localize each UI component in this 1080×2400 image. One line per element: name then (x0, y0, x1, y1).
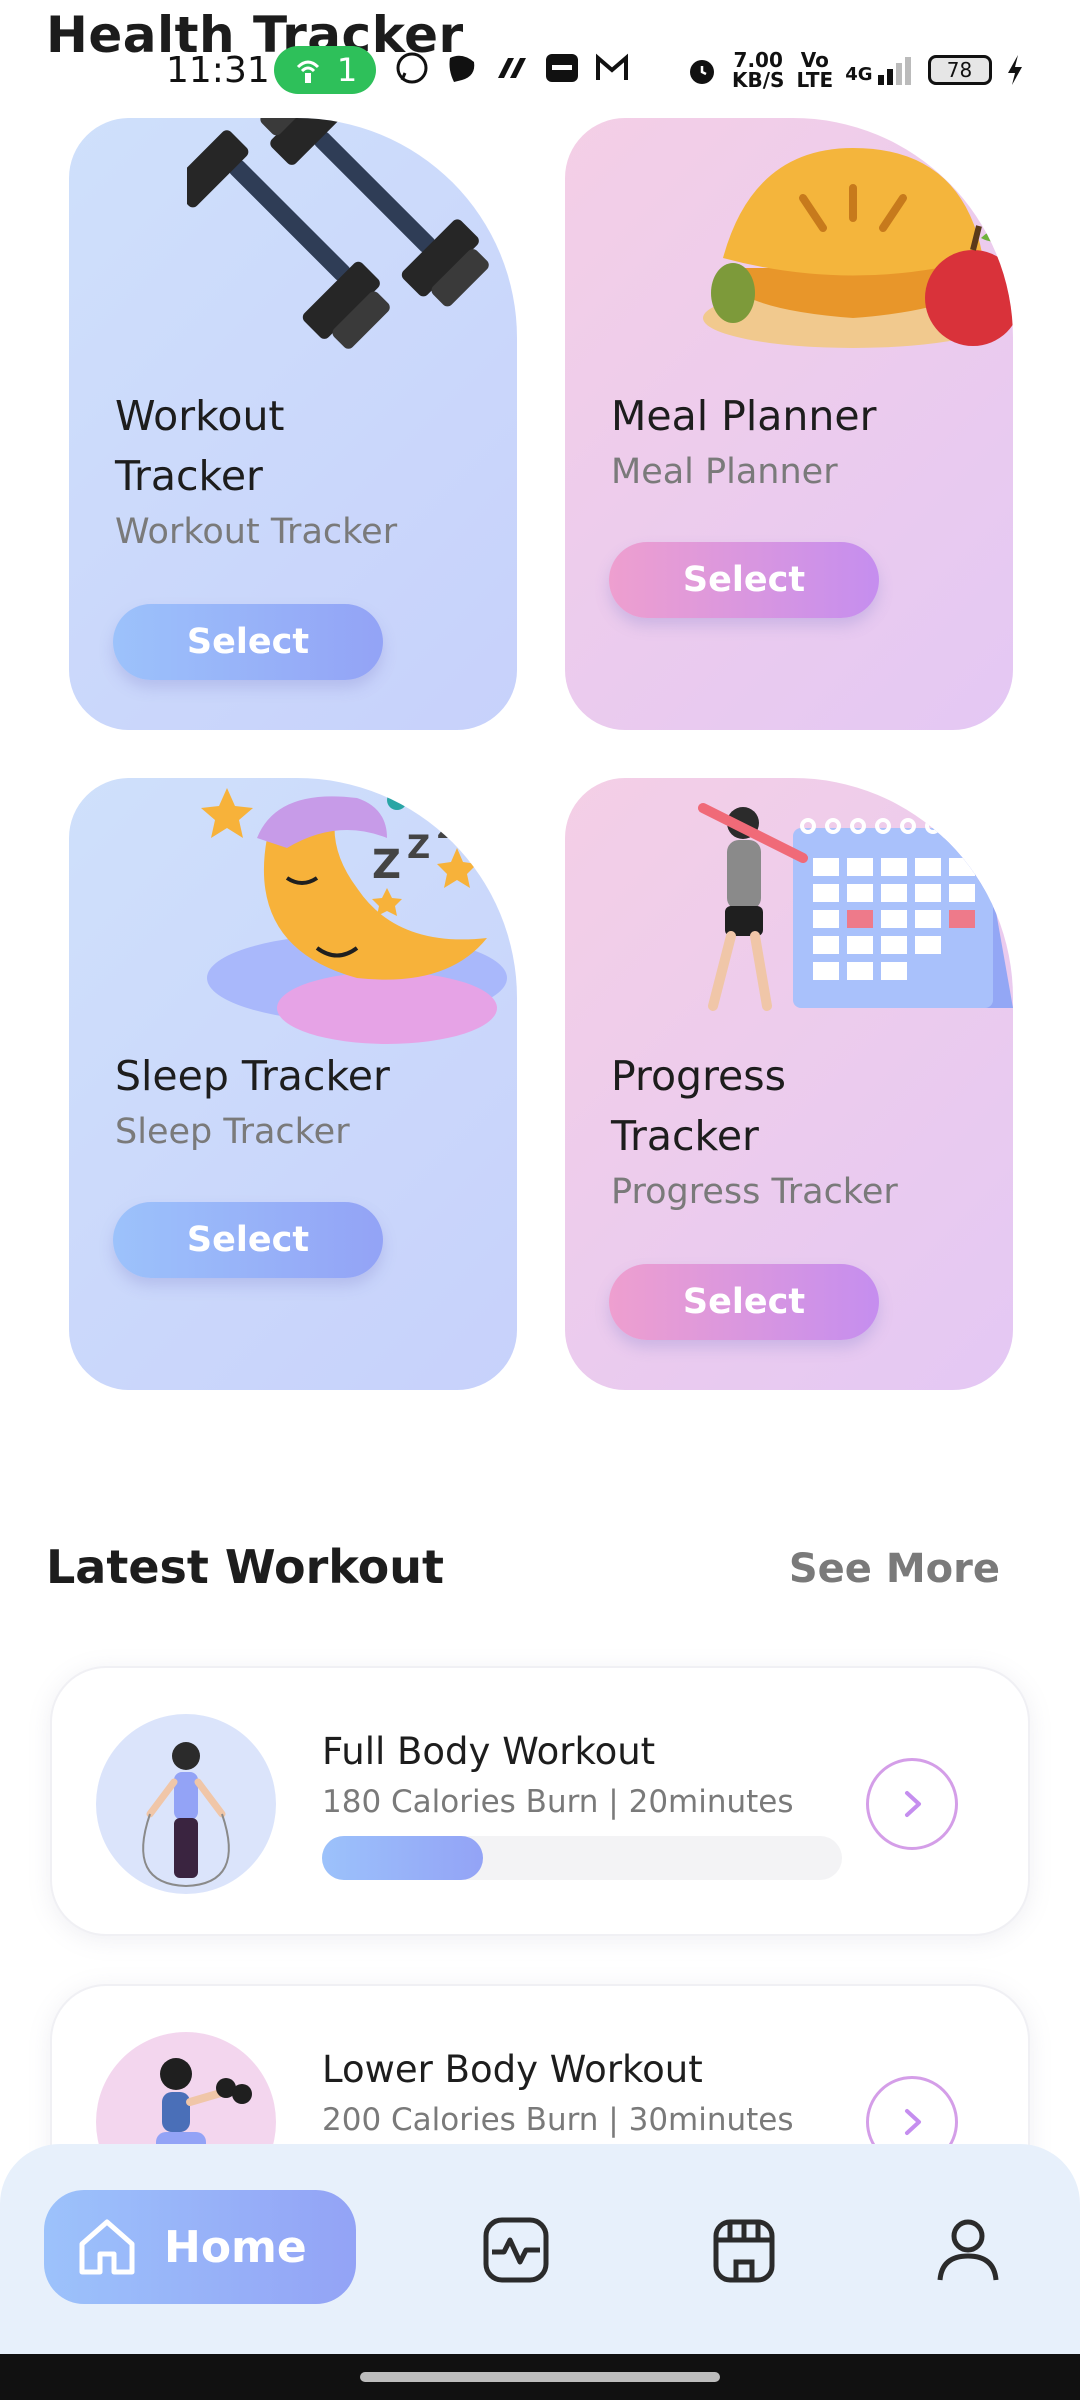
charging-icon (1007, 55, 1022, 85)
jump-rope-person-icon (142, 1742, 230, 1888)
hotspot-icon (296, 60, 319, 83)
workout-row[interactable]: Full Body Workout 180 Calories Burn | 20… (50, 1666, 1030, 1936)
net-speed-value: 7.00 (733, 48, 783, 72)
select-button[interactable]: Select (609, 1264, 879, 1340)
alarm-icon (690, 60, 714, 84)
net-speed-unit: KB/S (732, 68, 785, 92)
card-workout-tracker[interactable]: Workout Tracker Workout Tracker Select (69, 118, 517, 730)
card-subtitle: Sleep Tracker (115, 1112, 350, 1152)
nav-home-label: Home (164, 2221, 307, 2273)
open-workout-button[interactable] (866, 1758, 958, 1850)
activity-icon[interactable] (480, 2214, 552, 2286)
chevron-right-icon (905, 1791, 921, 1817)
status-time: 11:31 (166, 50, 270, 91)
volte-top: Vo (800, 48, 829, 72)
section-title-latest-workout: Latest Workout (46, 1540, 445, 1594)
bottom-navigation: Home (0, 2144, 1080, 2354)
volte-bottom: LTE (796, 68, 834, 92)
status-bar: 11:31 1 7.00 KB/S Vo LTE 4G 78 (0, 40, 1080, 104)
card-title: Progress Tracker (611, 1052, 786, 1160)
workout-meta: 200 Calories Burn | 30minutes (322, 2102, 794, 2138)
signal-indicator: 4G (845, 55, 915, 85)
card-sleep-tracker[interactable]: Z Z Z Sleep Tracker Sleep Tracker Select (69, 778, 517, 1390)
signal-icon (877, 57, 911, 85)
workout-meta: 180 Calories Burn | 20minutes (322, 1784, 794, 1820)
card-title: Sleep Tracker (115, 1052, 390, 1100)
workout-avatar (96, 1714, 276, 1894)
app-notification-icon (498, 58, 526, 78)
workout-name: Lower Body Workout (322, 2048, 703, 2091)
store-icon[interactable] (708, 2214, 780, 2286)
card-title: Meal Planner (611, 392, 877, 440)
dumbbells-icon (187, 118, 489, 349)
system-gesture-bar (0, 2354, 1080, 2400)
chat-bubble-icon (449, 55, 475, 82)
net-speed: 7.00 KB/S (732, 50, 784, 90)
card-subtitle: Meal Planner (611, 452, 838, 492)
chevron-right-icon (905, 2109, 921, 2135)
network-type: 4G (845, 64, 873, 85)
select-button[interactable]: Select (113, 1202, 383, 1278)
paytm-icon (546, 54, 578, 82)
card-subtitle: Workout Tracker (115, 512, 398, 552)
card-progress-tracker[interactable]: Progress Tracker Progress Tracker Select (565, 778, 1013, 1390)
calendar-person-icon (698, 803, 1013, 1011)
see-more-link[interactable]: See More (789, 1546, 1000, 1592)
battery-indicator: 78 (927, 55, 992, 85)
home-icon (79, 2219, 135, 2275)
hotspot-badge: 1 (274, 46, 376, 94)
hotspot-count: 1 (336, 51, 358, 89)
nav-home-button[interactable]: Home (44, 2190, 356, 2304)
workout-name: Full Body Workout (322, 1730, 656, 1773)
app-screen: Health Tracker 11:31 1 7.00 KB/S Vo LTE … (0, 0, 1080, 2400)
card-subtitle: Progress Tracker (611, 1172, 898, 1212)
workout-progress-fill (322, 1836, 484, 1880)
pie-apple-icon (703, 148, 1013, 348)
select-button[interactable]: Select (609, 542, 879, 618)
workout-progress (322, 1836, 842, 1880)
svg-text:Z: Z (407, 828, 430, 866)
notification-icons (394, 50, 630, 86)
whatsapp-icon (396, 52, 428, 84)
svg-text:Z: Z (372, 842, 401, 888)
select-button[interactable]: Select (113, 604, 383, 680)
status-right: 7.00 KB/S Vo LTE 4G 78 (684, 50, 1026, 90)
gmail-icon (596, 53, 628, 80)
card-title: Workout Tracker (115, 392, 285, 500)
profile-icon[interactable] (932, 2214, 1004, 2286)
battery-level: 78 (946, 58, 973, 82)
card-meal-planner[interactable]: Meal Planner Meal Planner Select (565, 118, 1013, 730)
svg-text:Z: Z (437, 815, 456, 845)
moon-sleep-icon: Z Z Z (201, 788, 507, 1044)
home-gesture-pill[interactable] (360, 2372, 720, 2382)
volte-indicator: Vo LTE (796, 50, 833, 90)
